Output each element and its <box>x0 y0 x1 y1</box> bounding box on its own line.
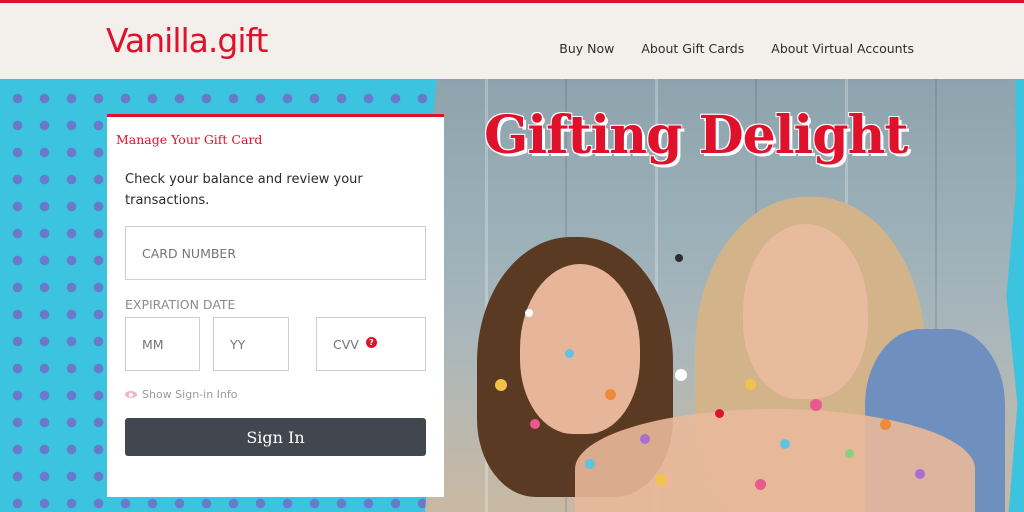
panel-title: Manage Your Gift Card <box>116 132 263 147</box>
card-number-input[interactable] <box>125 226 426 280</box>
show-sign-in-info-toggle[interactable]: Show Sign-in Info <box>125 388 237 401</box>
nav-buy-now[interactable]: Buy Now <box>559 41 614 56</box>
show-sign-in-info-label: Show Sign-in Info <box>142 388 238 401</box>
main-nav: Buy Now About Gift Cards About Virtual A… <box>559 41 914 56</box>
hero-headline: Gifting Delight <box>484 105 908 166</box>
expiration-year-input[interactable] <box>213 317 289 371</box>
expiration-date-label: EXPIRATION DATE <box>125 297 236 312</box>
nav-about-gift-cards[interactable]: About Gift Cards <box>641 41 744 56</box>
site-header: Vanilla.gift Buy Now About Gift Cards Ab… <box>0 3 1024 79</box>
hero-banner: Gifting Delight Manage Your Gift Card Ch… <box>0 79 1024 512</box>
help-icon[interactable]: ? <box>366 337 377 348</box>
manage-gift-card-panel: Manage Your Gift Card Check your balance… <box>107 114 444 497</box>
sign-in-button[interactable]: Sign In <box>125 418 426 456</box>
nav-about-virtual-accounts[interactable]: About Virtual Accounts <box>771 41 914 56</box>
expiration-month-input[interactable] <box>125 317 200 371</box>
eye-icon <box>125 391 137 398</box>
vanilla-gift-logo[interactable]: Vanilla.gift <box>106 19 268 63</box>
panel-description: Check your balance and review your trans… <box>125 172 363 208</box>
